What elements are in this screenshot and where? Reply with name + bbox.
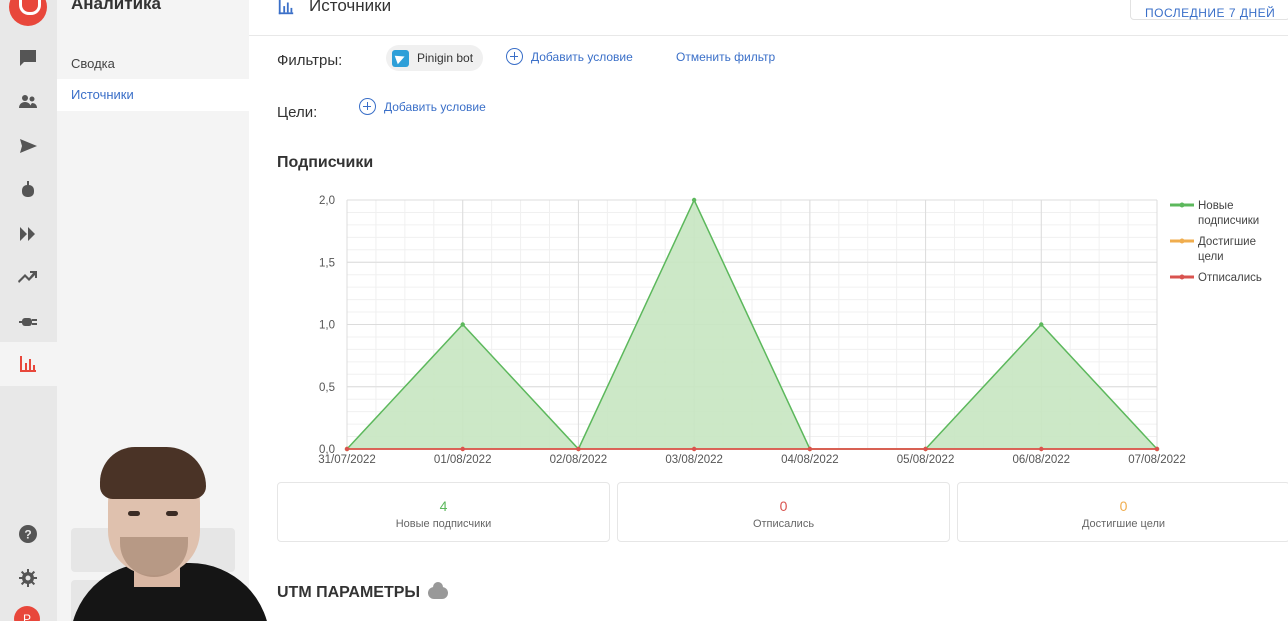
- data-point: [923, 446, 928, 452]
- y-tick-label: 2,0: [319, 195, 335, 207]
- legend-label: Достигшие: [1198, 236, 1256, 248]
- stat-label-goals: Достигшие цели: [1081, 518, 1166, 530]
- page-title: Источники: [309, 0, 392, 15]
- legend-label: Отписались: [1198, 272, 1262, 284]
- app-logo[interactable]: [9, 0, 47, 26]
- x-tick-label: 01/08/2022: [434, 454, 492, 466]
- analytics-icon: [278, 0, 294, 15]
- add-filter-condition-button[interactable]: Добавить условие: [506, 48, 633, 65]
- telegram-icon: [392, 49, 409, 67]
- chat-icon[interactable]: [14, 44, 42, 72]
- x-tick-label: 31/07/2022: [318, 454, 376, 466]
- legend-marker: [1179, 274, 1185, 280]
- filter-chip-label: Pinigin bot: [417, 51, 474, 65]
- data-point: [344, 446, 350, 452]
- data-point: [576, 446, 581, 452]
- x-tick-label: 07/08/2022: [1128, 454, 1186, 466]
- utm-title-text: UTM ПАРАМЕТРЫ: [277, 584, 421, 601]
- cancel-filter-button[interactable]: Отменить фильтр: [676, 50, 775, 64]
- stat-card-goals: 0 Достигшие цели: [957, 482, 1288, 542]
- stat-label-unsubscribed: Отписались: [752, 518, 815, 530]
- subnav-title: Аналитика: [71, 0, 161, 13]
- data-point: [691, 446, 697, 452]
- subnav-item-summary[interactable]: Сводка: [57, 48, 249, 80]
- flows-icon[interactable]: [14, 220, 42, 248]
- x-tick-label: 05/08/2022: [897, 454, 955, 466]
- legend-label: цели: [1198, 251, 1224, 263]
- integrations-icon[interactable]: [14, 308, 42, 336]
- legend-marker: [1179, 202, 1185, 208]
- y-tick-label: 0,5: [319, 382, 335, 394]
- main-content: Источники ПОСЛЕДНИЕ 7 ДНЕЙ Фильтры: Pini…: [249, 0, 1288, 621]
- x-tick-label: 06/08/2022: [1013, 454, 1071, 466]
- x-tick-label: 04/08/2022: [781, 454, 839, 466]
- x-tick-label: 03/08/2022: [665, 454, 723, 466]
- data-point: [807, 446, 813, 452]
- plus-circle-icon: [506, 48, 523, 65]
- subscribers-title: Подписчики: [277, 154, 374, 171]
- trend-icon[interactable]: [14, 264, 42, 292]
- stat-card-unsubscribed: 0 Отписались: [617, 482, 950, 542]
- utm-section-title: UTM ПАРАМЕТРЫ: [277, 582, 449, 602]
- stat-value-new: 4: [439, 498, 448, 514]
- settings-icon[interactable]: [14, 564, 42, 592]
- subscribers-chart: 0,00,51,01,52,031/07/2022 01/08/2022 02/08…: [318, 195, 1262, 466]
- add-goal-condition-button[interactable]: Добавить условие: [359, 98, 486, 115]
- app-root: ? P Аналитика Сводка Источники Источники…: [0, 0, 1288, 621]
- stat-value-unsubscribed: 0: [779, 498, 788, 514]
- data-point: [1039, 322, 1044, 327]
- add-filter-condition-label: Добавить условие: [531, 49, 633, 64]
- user-avatar[interactable]: P: [14, 606, 40, 621]
- data-point: [1154, 446, 1160, 452]
- stat-label-new: Новые подписчики: [395, 518, 492, 530]
- y-tick-label: 1,5: [319, 257, 335, 269]
- filters-label: Фильтры:: [277, 52, 343, 69]
- filter-chip-bot[interactable]: Pinigin bot: [386, 45, 484, 71]
- svg-text:?: ?: [24, 528, 31, 542]
- help-icon[interactable]: ?: [14, 520, 42, 548]
- plus-circle-icon: [359, 98, 376, 115]
- goals-label: Цели:: [277, 104, 318, 121]
- period-button[interactable]: ПОСЛЕДНИЕ 7 ДНЕЙ: [1130, 0, 1288, 20]
- legend-label: Новые: [1198, 200, 1233, 212]
- legend-marker: [1179, 238, 1185, 244]
- subnav-item-sources[interactable]: Источники: [57, 79, 249, 111]
- data-point: [691, 197, 697, 203]
- data-point: [1039, 446, 1044, 452]
- stat-value-goals: 0: [1119, 498, 1128, 514]
- users-icon[interactable]: [14, 88, 42, 116]
- send-icon[interactable]: [14, 132, 42, 160]
- cloud-download-icon[interactable]: [428, 582, 449, 599]
- presenter-webcam: [70, 445, 270, 621]
- icon-rail: ? P: [0, 0, 57, 621]
- analytics-icon[interactable]: [14, 350, 42, 378]
- stat-card-new: 4 Новые подписчики: [277, 482, 610, 542]
- x-tick-label: 02/08/2022: [550, 454, 608, 466]
- legend-label: подписчики: [1198, 215, 1259, 227]
- add-goal-condition-label: Добавить условие: [384, 99, 486, 114]
- data-point: [460, 446, 465, 452]
- bot-icon[interactable]: [14, 176, 42, 204]
- data-point: [460, 322, 465, 327]
- y-tick-label: 1,0: [319, 320, 335, 332]
- page-header: Источники ПОСЛЕДНИЕ 7 ДНЕЙ: [249, 0, 1288, 36]
